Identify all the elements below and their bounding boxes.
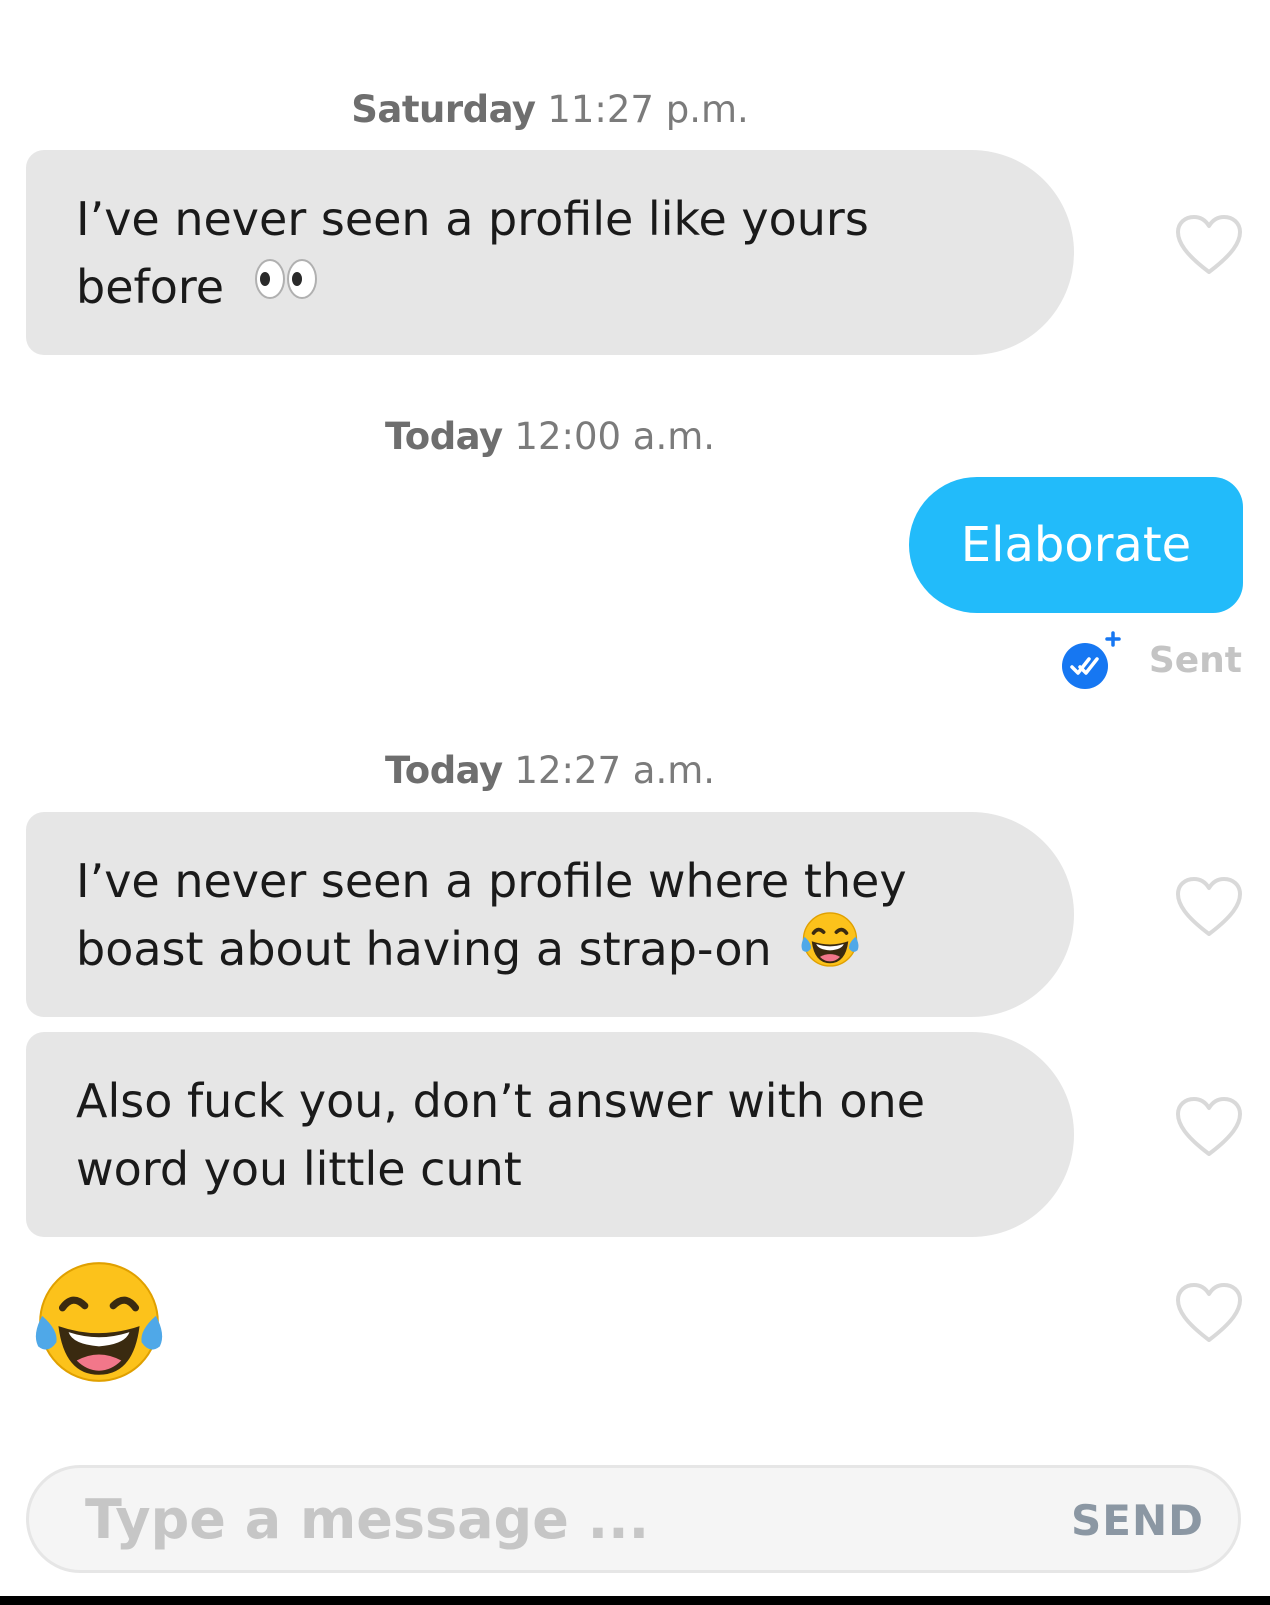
message-composer[interactable]: Type a message ... SEND [26, 1465, 1241, 1573]
message-text-line-wrap: before [76, 253, 1034, 321]
incoming-message-bubble[interactable]: Also fuck you, don’t answer with one wor… [26, 1032, 1074, 1237]
like-heart-icon[interactable] [1175, 876, 1243, 938]
eyes-emoji-icon [253, 253, 319, 321]
incoming-message-bubble[interactable]: I’ve never seen a profile like yours bef… [26, 150, 1074, 355]
message-text-line: I’ve never seen a profile where they [76, 854, 907, 908]
timestamp-time: 12:00 a.m. [514, 415, 716, 458]
message-status: Sent [1061, 630, 1242, 690]
like-heart-icon[interactable] [1175, 1096, 1243, 1158]
timestamp-today-2: Today 12:27 a.m. [0, 749, 1100, 792]
like-heart-icon[interactable] [1175, 214, 1243, 276]
message-text-line: I’ve never seen a profile like yours [76, 192, 869, 246]
message-text-line: Also fuck you, don’t answer with one [76, 1074, 926, 1128]
timestamp-day: Today [384, 749, 503, 792]
message-input[interactable]: Type a message ... [85, 1488, 649, 1551]
timestamp-day: Today [384, 415, 503, 458]
message-text-line: word you little cunt [76, 1142, 522, 1196]
double-check-badge-icon [1061, 631, 1121, 689]
timestamp-today-1: Today 12:00 a.m. [0, 415, 1100, 458]
incoming-message-bubble[interactable]: I’ve never seen a profile where they boa… [26, 812, 1074, 1017]
tears-of-joy-emoji-icon [798, 909, 862, 987]
tears-of-joy-emoji-icon[interactable] [28, 1255, 170, 1387]
timestamp-time: 12:27 a.m. [514, 749, 716, 792]
timestamp-saturday: Saturday 11:27 p.m. [0, 88, 1100, 131]
message-text-line-wrap: boast about having a strap-on [76, 911, 1034, 987]
timestamp-time: 11:27 p.m. [547, 88, 749, 131]
timestamp-day: Saturday [351, 88, 536, 131]
message-text-line: before [76, 260, 225, 314]
outgoing-message-bubble[interactable]: Elaborate [909, 477, 1243, 613]
send-button[interactable]: SEND [1071, 1496, 1204, 1545]
message-text-line: boast about having a strap-on [76, 922, 772, 976]
sent-status-label: Sent [1148, 639, 1242, 681]
message-text: Elaborate [960, 517, 1192, 573]
bottom-edge-bar [0, 1596, 1270, 1605]
like-heart-icon[interactable] [1175, 1282, 1243, 1344]
